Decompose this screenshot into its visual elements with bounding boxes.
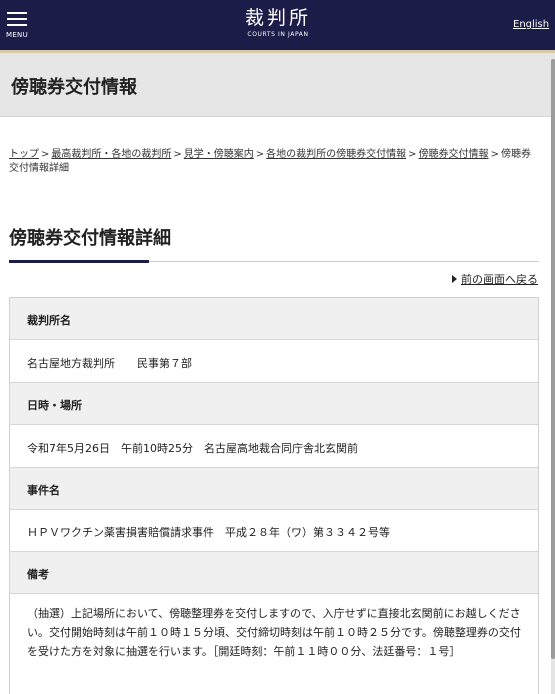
case-name-label-row: 事件名 bbox=[10, 468, 538, 510]
breadcrumb: トップ > 最高裁判所・各地の裁判所 > 見学・傍聴案内 > 各地の裁判所の傍聴券交付情報 >… bbox=[9, 148, 539, 176]
datetime-label-row: 日時・場所 bbox=[10, 383, 538, 425]
breadcrumb-separator: > bbox=[41, 149, 50, 160]
breadcrumb-link-courts[interactable]: 最高裁判所・各地の裁判所 bbox=[51, 149, 171, 160]
case-name-label: 事件名 bbox=[27, 484, 60, 497]
court-name-label-row: 裁判所名 bbox=[10, 298, 538, 340]
court-name-value-row: 名古屋地方裁判所 民事第７部 bbox=[10, 340, 538, 383]
hamburger-icon-bar bbox=[7, 18, 27, 20]
back-link-label: 前の画面へ戻る bbox=[461, 273, 538, 286]
scrollbar-thumb[interactable] bbox=[551, 59, 555, 659]
back-link[interactable]: 前の画面へ戻る bbox=[452, 271, 538, 287]
page-title-band: 傍聴券交付情報 bbox=[0, 53, 551, 117]
breadcrumb-link-ticket-info[interactable]: 傍聴券交付情報 bbox=[419, 149, 489, 160]
datetime-label: 日時・場所 bbox=[27, 399, 82, 412]
remarks-label: 備考 bbox=[27, 568, 49, 581]
court-name-value: 名古屋地方裁判所 民事第７部 bbox=[27, 357, 192, 370]
court-name-label: 裁判所名 bbox=[27, 314, 71, 327]
triangle-right-icon bbox=[452, 275, 457, 283]
page-title: 傍聴券交付情報 bbox=[11, 77, 137, 98]
breadcrumb-separator: > bbox=[408, 149, 417, 160]
case-name-value-row: ＨＰＶワクチン薬害損害賠償請求事件 平成２８年（ワ）第３３４２号等 bbox=[10, 510, 538, 552]
hamburger-icon bbox=[7, 12, 27, 14]
breadcrumb-separator: > bbox=[490, 149, 499, 160]
logo-text: 裁判所 bbox=[244, 7, 311, 29]
heading-accent-bar bbox=[9, 260, 149, 263]
remarks-label-row: 備考 bbox=[10, 552, 538, 594]
datetime-value: 令和7年5月26日 午前10時25分 名古屋高地裁合同庁舎北玄関前 bbox=[27, 442, 358, 455]
breadcrumb-separator: > bbox=[255, 149, 265, 160]
detail-table: 裁判所名 名古屋地方裁判所 民事第７部 日時・場所 令和7年5月26日 午前10… bbox=[9, 297, 539, 694]
remarks-value: （抽選）上記場所において、傍聴整理券を交付しますので、入庁せずに直接北玄関前にお… bbox=[27, 607, 521, 658]
site-logo[interactable]: 裁判所 COURTS IN JAPAN bbox=[226, 8, 330, 38]
scrollbar[interactable] bbox=[551, 53, 555, 694]
english-link[interactable]: English bbox=[513, 19, 549, 30]
menu-button[interactable]: MENU bbox=[6, 10, 32, 40]
case-name-value: ＨＰＶワクチン薬害損害賠償請求事件 平成２８年（ワ）第３３４２号等 bbox=[27, 526, 390, 539]
logo-subtext: COURTS IN JAPAN bbox=[247, 31, 309, 38]
menu-label: MENU bbox=[6, 31, 29, 39]
site-header: MENU 裁判所 COURTS IN JAPAN English bbox=[0, 0, 555, 50]
hamburger-icon-bar bbox=[7, 24, 27, 26]
breadcrumb-link-ticket-info-list[interactable]: 各地の裁判所の傍聴券交付情報 bbox=[266, 149, 406, 160]
breadcrumb-separator: > bbox=[173, 149, 182, 160]
breadcrumb-link-visit-guide[interactable]: 見学・傍聴案内 bbox=[184, 149, 254, 160]
detail-heading: 傍聴券交付情報詳細 bbox=[9, 228, 171, 249]
datetime-value-row: 令和7年5月26日 午前10時25分 名古屋高地裁合同庁舎北玄関前 bbox=[10, 425, 538, 468]
remarks-value-row: （抽選）上記場所において、傍聴整理券を交付しますので、入庁せずに直接北玄関前にお… bbox=[10, 594, 538, 694]
breadcrumb-link-top[interactable]: トップ bbox=[9, 149, 39, 160]
